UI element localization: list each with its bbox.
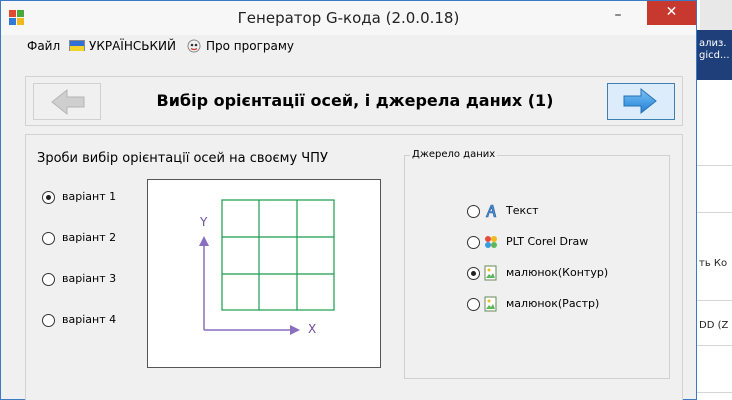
radio-button[interactable] — [42, 273, 55, 286]
menu-about[interactable]: Про програму — [206, 39, 294, 53]
source-option-label: малюнок(Растр) — [506, 297, 600, 310]
about-icon — [187, 39, 201, 53]
divider — [695, 165, 732, 166]
page-title: Вибір орієнтації осей, і джерела даних (… — [156, 91, 554, 110]
axis-option-label: варіант 1 — [62, 190, 117, 203]
axes-preview: Y X — [147, 179, 381, 368]
source-option-label: PLT Corel Draw — [506, 235, 589, 248]
source-option-label: Текст — [506, 204, 539, 217]
next-button[interactable] — [607, 83, 675, 120]
minimize-button[interactable]: – — [603, 5, 633, 27]
background-window-corner — [700, 0, 732, 30]
menu-bar: Файл УКРАЇНСЬКИЙ Про програму — [1, 35, 696, 57]
image-icon — [484, 296, 497, 312]
radio-button[interactable] — [42, 191, 55, 204]
divider — [695, 300, 732, 301]
plt-icon — [485, 236, 497, 248]
divider — [695, 345, 732, 346]
source-option-label: малюнок(Контур) — [506, 266, 609, 279]
header-panel: Вибір орієнтації осей, і джерела даних (… — [25, 76, 683, 126]
x-axis-label: X — [308, 322, 317, 336]
background-snippet: gicd... — [699, 50, 730, 61]
data-source-group: Джерело даних Текст PLT Corel Draw малюн… — [404, 149, 670, 379]
axis-option-label: варіант 2 — [62, 231, 117, 244]
app-window: Генератор G-кода (2.0.0.18) – ✕ Файл УКР… — [0, 0, 697, 400]
background-taskbar-item: ализ. gicd... — [695, 30, 732, 80]
image-icon — [484, 265, 497, 281]
text-icon — [485, 204, 497, 218]
background-snippet: DD (Z — [699, 320, 729, 331]
background-snippet: ализ. — [699, 38, 727, 49]
axis-option-label: варіант 4 — [62, 313, 117, 326]
radio-button[interactable] — [42, 232, 55, 245]
divider — [695, 392, 732, 393]
menu-language[interactable]: УКРАЇНСЬКИЙ — [89, 39, 176, 53]
data-source-legend: Джерело даних — [410, 149, 498, 160]
divider — [695, 212, 732, 213]
axes-heading: Зроби вибір орієнтації осей на своєму ЧП… — [37, 151, 328, 166]
grid — [221, 199, 335, 311]
radio-button[interactable] — [467, 236, 480, 249]
y-axis-label: Y — [200, 215, 208, 229]
axis-arrows — [199, 236, 300, 335]
axes-diagram — [199, 199, 335, 335]
ukraine-flag-icon — [69, 40, 85, 51]
arrow-right-icon — [623, 87, 657, 115]
radio-button[interactable] — [42, 314, 55, 327]
window-title: Генератор G-кода (2.0.0.18) — [237, 9, 460, 27]
radio-button[interactable] — [467, 205, 480, 218]
content-panel: Зроби вибір орієнтації осей на своєму ЧП… — [25, 134, 683, 400]
radio-button[interactable] — [467, 267, 480, 280]
axis-option-label: варіант 3 — [62, 272, 117, 285]
radio-button[interactable] — [467, 298, 480, 311]
title-bar[interactable]: Генератор G-кода (2.0.0.18) – ✕ — [1, 1, 696, 35]
background-snippet: ть Ко — [699, 258, 728, 269]
close-button[interactable]: ✕ — [647, 1, 696, 25]
menu-file[interactable]: Файл — [27, 39, 60, 53]
